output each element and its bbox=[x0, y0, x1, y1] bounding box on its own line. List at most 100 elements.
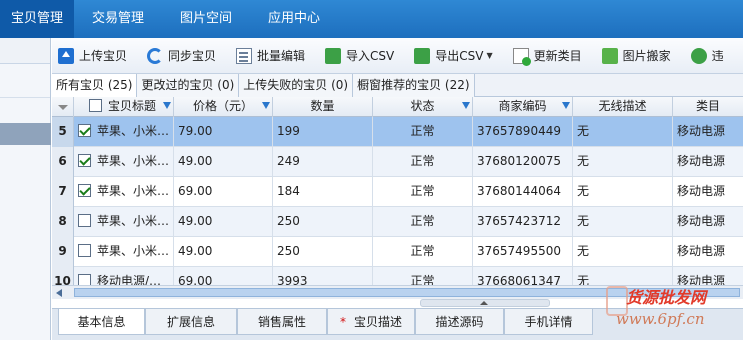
tab-failed-uploads[interactable]: 上传失败的宝贝 (0) bbox=[239, 74, 354, 97]
code-cell[interactable]: 37668061347 bbox=[473, 267, 573, 285]
code-cell[interactable]: 37680120075 bbox=[473, 147, 573, 177]
wireless-cell: 无 bbox=[573, 147, 673, 177]
status-cell: 正常 bbox=[373, 267, 473, 285]
title-text: 苹果、小米… bbox=[97, 124, 170, 138]
table-row[interactable]: 7 苹果、小米… 69.00 184 正常 37680144064 无 移动电源 bbox=[52, 177, 743, 207]
quantity-cell[interactable]: 250 bbox=[273, 207, 373, 237]
quantity-cell[interactable]: 3993 bbox=[273, 267, 373, 285]
upload-button[interactable]: 上传宝贝 bbox=[52, 43, 133, 69]
left-panel-row bbox=[0, 64, 50, 98]
tab-description-source[interactable]: 描述源码 bbox=[415, 309, 504, 335]
category-header-label: 类目 bbox=[695, 99, 720, 113]
price-cell[interactable]: 69.00 bbox=[174, 177, 273, 207]
price-column-header[interactable]: 价格（元） bbox=[174, 97, 273, 117]
quantity-cell[interactable]: 250 bbox=[273, 237, 373, 267]
filter-icon[interactable] bbox=[163, 102, 171, 109]
table-row[interactable]: 6 苹果、小米… 49.00 249 正常 37680120075 无 移动电源 bbox=[52, 147, 743, 177]
code-cell[interactable]: 37657423712 bbox=[473, 207, 573, 237]
row-number-header[interactable] bbox=[52, 97, 74, 117]
tab-all-items[interactable]: 所有宝贝 (25) bbox=[52, 74, 138, 97]
sync-icon bbox=[147, 47, 164, 64]
nav-item-app-center[interactable]: 应用中心 bbox=[250, 0, 338, 38]
quantity-header-label: 数量 bbox=[310, 99, 335, 113]
nav-item-trade-management[interactable]: 交易管理 bbox=[74, 0, 162, 38]
image-move-button[interactable]: 图片搬家 bbox=[596, 43, 677, 69]
tab-extended-info[interactable]: 扩展信息 bbox=[145, 309, 237, 335]
row-checkbox[interactable] bbox=[78, 244, 91, 257]
quantity-column-header[interactable]: 数量 bbox=[273, 97, 373, 117]
price-cell[interactable]: 49.00 bbox=[174, 147, 273, 177]
category-column-header[interactable]: 类目 bbox=[673, 97, 743, 117]
category-cell: 移动电源 bbox=[677, 214, 726, 228]
update-category-icon bbox=[512, 47, 531, 66]
panel-splitter-handle[interactable] bbox=[420, 299, 550, 307]
table-row[interactable]: 9 苹果、小米… 49.00 250 正常 37657495500 无 移动电源 bbox=[52, 237, 743, 267]
table-row[interactable]: 8 苹果、小米… 49.00 250 正常 37657423712 无 移动电源 bbox=[52, 207, 743, 237]
item-grid: 5 苹果、小米… 79.00 199 正常 37657890449 无 移动电源… bbox=[52, 117, 743, 285]
sort-down-icon bbox=[57, 105, 68, 110]
select-all-checkbox[interactable] bbox=[89, 99, 102, 112]
status-column-header[interactable]: 状态 bbox=[373, 97, 473, 117]
code-cell[interactable]: 37657495500 bbox=[473, 237, 573, 267]
row-checkbox[interactable] bbox=[78, 184, 91, 197]
code-column-header[interactable]: 商家编码 bbox=[473, 97, 573, 117]
update-category-label: 更新类目 bbox=[533, 49, 582, 63]
status-cell: 正常 bbox=[373, 117, 473, 147]
title-text: 苹果、小米… bbox=[97, 214, 170, 228]
chevron-down-icon[interactable]: ▼ bbox=[486, 51, 492, 60]
grid-header: 宝贝标题 价格（元） 数量 状态 商家编码 无线描述 类目 bbox=[52, 97, 743, 117]
filter-icon[interactable] bbox=[562, 102, 570, 109]
check-icon bbox=[690, 47, 707, 64]
title-cell: 苹果、小米… bbox=[74, 237, 174, 267]
quantity-cell[interactable]: 184 bbox=[273, 177, 373, 207]
tab-sales-attributes[interactable]: 销售属性 bbox=[237, 309, 327, 335]
price-cell[interactable]: 49.00 bbox=[174, 237, 273, 267]
title-cell: 苹果、小米… bbox=[74, 177, 174, 207]
import-csv-button[interactable]: 导入CSV bbox=[319, 43, 400, 69]
row-number: 7 bbox=[52, 177, 74, 207]
row-checkbox[interactable] bbox=[78, 274, 91, 285]
upload-label: 上传宝贝 bbox=[79, 49, 128, 63]
table-row[interactable]: 10 移动电源/… 69.00 3993 正常 37668061347 无 移动… bbox=[52, 267, 743, 285]
check-button[interactable]: 违 bbox=[685, 43, 730, 69]
export-csv-button[interactable]: 导出CSV ▼ bbox=[408, 43, 498, 69]
row-checkbox[interactable] bbox=[78, 154, 91, 167]
title-column-header[interactable]: 宝贝标题 bbox=[74, 97, 174, 117]
tab-changed-items[interactable]: 更改过的宝贝 (0) bbox=[137, 74, 240, 97]
row-number: 6 bbox=[52, 147, 74, 177]
filter-icon[interactable] bbox=[462, 102, 470, 109]
title-cell: 苹果、小米… bbox=[74, 147, 174, 177]
tab-item-description[interactable]: * 宝贝描述 bbox=[327, 309, 415, 335]
filter-icon[interactable] bbox=[262, 102, 270, 109]
toolbar: 上传宝贝 同步宝贝 批量编辑 导入CSV 导出CSV ▼ 更新类目 图片搬家 违 bbox=[52, 38, 743, 74]
row-checkbox[interactable] bbox=[78, 124, 91, 137]
wireless-cell: 无 bbox=[573, 237, 673, 267]
left-panel bbox=[0, 38, 51, 340]
nav-item-image-space[interactable]: 图片空间 bbox=[162, 0, 250, 38]
wireless-column-header[interactable]: 无线描述 bbox=[573, 97, 673, 117]
scroll-left-icon[interactable] bbox=[56, 289, 62, 297]
image-move-icon bbox=[601, 47, 618, 64]
category-cell: 移动电源 bbox=[677, 274, 726, 285]
title-header-label: 宝贝标题 bbox=[108, 99, 157, 113]
row-checkbox[interactable] bbox=[78, 214, 91, 227]
wireless-cell: 无 bbox=[573, 177, 673, 207]
quantity-cell[interactable]: 249 bbox=[273, 147, 373, 177]
price-cell[interactable]: 79.00 bbox=[174, 117, 273, 147]
batch-edit-button[interactable]: 批量编辑 bbox=[230, 43, 311, 69]
nav-item-item-management[interactable]: 宝贝管理 bbox=[0, 0, 74, 38]
tab-window-recommended[interactable]: 橱窗推荐的宝贝 (22) bbox=[353, 74, 475, 97]
quantity-cell[interactable]: 199 bbox=[273, 117, 373, 147]
code-cell[interactable]: 37657890449 bbox=[473, 117, 573, 147]
status-cell: 正常 bbox=[373, 147, 473, 177]
tab-mobile-details[interactable]: 手机详情 bbox=[504, 309, 593, 335]
table-row[interactable]: 5 苹果、小米… 79.00 199 正常 37657890449 无 移动电源 bbox=[52, 117, 743, 147]
price-cell[interactable]: 69.00 bbox=[174, 267, 273, 285]
tab-basic-info[interactable]: 基本信息 bbox=[58, 309, 145, 335]
left-panel-selected-item[interactable] bbox=[0, 123, 51, 145]
price-cell[interactable]: 49.00 bbox=[174, 207, 273, 237]
title-text: 移动电源/… bbox=[97, 274, 162, 285]
code-cell[interactable]: 37680144064 bbox=[473, 177, 573, 207]
sync-button[interactable]: 同步宝贝 bbox=[141, 43, 222, 69]
update-category-button[interactable]: 更新类目 bbox=[507, 43, 588, 69]
